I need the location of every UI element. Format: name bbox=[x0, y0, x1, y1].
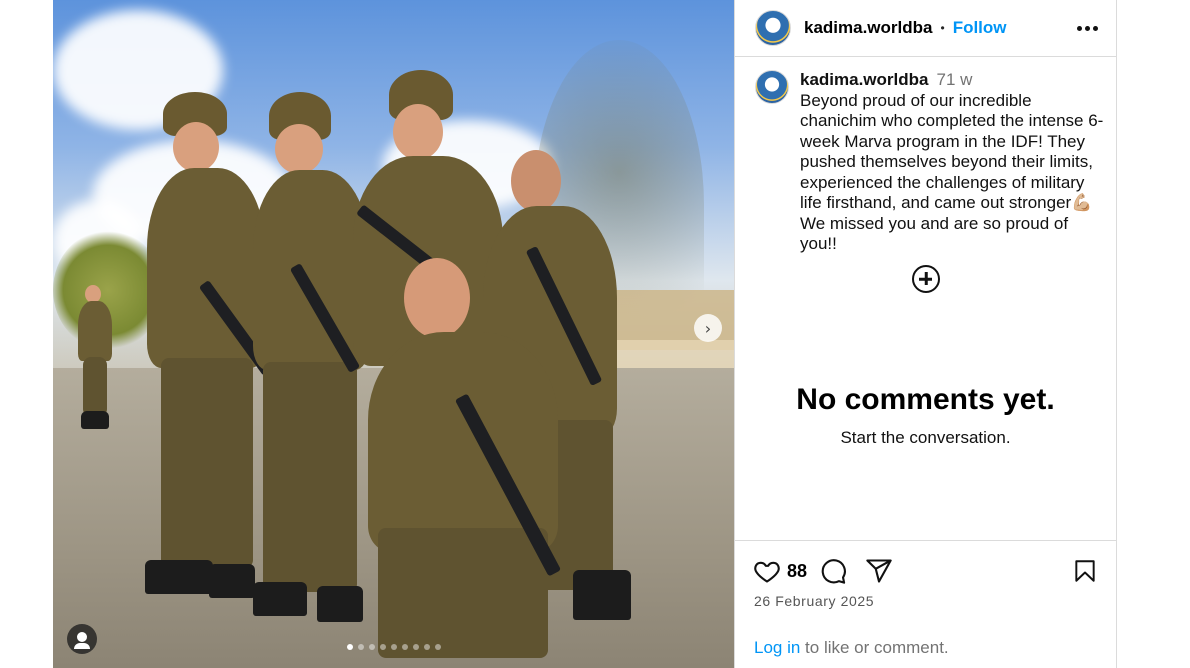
background-soldier bbox=[75, 285, 135, 435]
carousel-dot bbox=[412, 644, 419, 650]
carousel-indicator bbox=[53, 644, 734, 650]
post-date[interactable]: 26 February 2025 bbox=[754, 593, 874, 609]
soldier bbox=[368, 258, 568, 668]
carousel-dot bbox=[368, 644, 375, 650]
caption-username[interactable]: kadima.worldba bbox=[800, 70, 928, 89]
carousel-dot bbox=[379, 644, 386, 650]
follow-button[interactable]: Follow bbox=[953, 18, 1007, 38]
comment-icon[interactable] bbox=[819, 557, 847, 585]
add-icon[interactable] bbox=[912, 265, 940, 293]
username-link[interactable]: kadima.worldba bbox=[804, 18, 932, 38]
post-photo[interactable]: › bbox=[53, 0, 734, 668]
like-count[interactable]: 88 bbox=[787, 561, 807, 582]
post-time[interactable]: 71 w bbox=[936, 70, 972, 89]
carousel-next-button[interactable]: › bbox=[694, 314, 722, 342]
share-icon[interactable] bbox=[865, 557, 893, 585]
heart-icon[interactable] bbox=[753, 557, 781, 585]
no-comments-title: No comments yet. bbox=[796, 383, 1055, 416]
login-prompt: Log in to like or comment. bbox=[754, 638, 949, 658]
carousel-dot bbox=[390, 644, 397, 650]
caption-text: Beyond proud of our incredible chanichim… bbox=[800, 90, 1104, 254]
avatar[interactable] bbox=[755, 10, 791, 46]
carousel-dot bbox=[346, 644, 353, 650]
separator: • bbox=[940, 21, 945, 35]
avatar[interactable] bbox=[755, 70, 789, 104]
carousel-dot bbox=[357, 644, 364, 650]
more-options-icon[interactable] bbox=[1077, 25, 1098, 31]
carousel-dot bbox=[401, 644, 408, 650]
login-link[interactable]: Log in bbox=[754, 638, 800, 657]
post-actions: 88 26 February 2025 Log in to like or co… bbox=[735, 540, 1116, 668]
bookmark-icon[interactable] bbox=[1072, 557, 1098, 585]
carousel-dot bbox=[423, 644, 430, 650]
no-comments-subtitle: Start the conversation. bbox=[840, 428, 1011, 447]
post-side-panel: kadima.worldba • Follow kadima.worldba 71… bbox=[734, 0, 1117, 668]
chevron-right-icon: › bbox=[704, 318, 712, 338]
login-prompt-text: to like or comment. bbox=[800, 638, 949, 657]
post-header: kadima.worldba • Follow bbox=[735, 0, 1116, 57]
caption: kadima.worldba 71 w Beyond proud of our i… bbox=[755, 70, 1105, 255]
caption-text-block: kadima.worldba 71 w Beyond proud of our i… bbox=[800, 70, 1105, 255]
carousel-dot bbox=[434, 644, 441, 650]
